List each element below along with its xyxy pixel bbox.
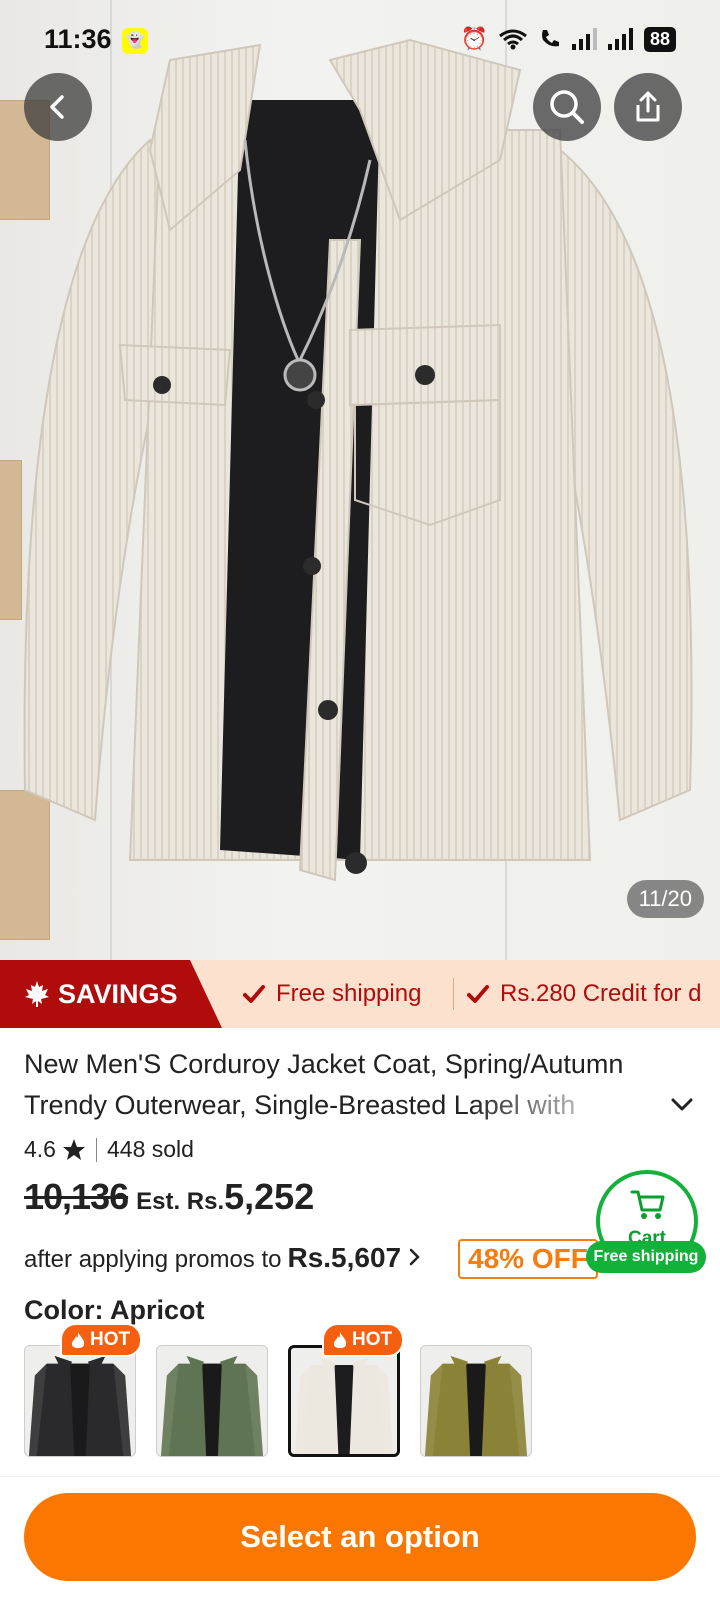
color-swatch-green[interactable] [156, 1345, 268, 1457]
product-page: 11:36 👻 ⏰ 88 11/20 SAVINGS Free shipping… [0, 0, 720, 1604]
chevron-right-icon [409, 1248, 420, 1266]
color-label: Color: Apricot [24, 1295, 205, 1325]
search-button[interactable] [533, 73, 601, 141]
price-row: 10,136 Est. Rs. 5,252 [24, 1176, 314, 1218]
perk-free-shipping: Free shipping [242, 960, 421, 1028]
expand-title-button[interactable] [668, 1090, 696, 1123]
color-swatch-apricot[interactable] [288, 1345, 400, 1457]
title-fade [470, 1084, 650, 1125]
flame-icon [333, 1332, 347, 1348]
est-price: 5,252 [224, 1176, 315, 1217]
call-icon [541, 30, 559, 47]
share-icon [636, 91, 660, 122]
divider [453, 978, 454, 1010]
back-button[interactable] [24, 73, 92, 141]
flame-icon [71, 1332, 85, 1348]
product-image[interactable]: 11:36 👻 ⏰ 88 11/20 [0, 0, 720, 960]
savings-strip[interactable]: SAVINGS Free shipping Rs.280 Credit for … [0, 960, 720, 1028]
hot-label: HOT [352, 1329, 393, 1350]
color-swatch-olive[interactable] [420, 1345, 532, 1457]
chevron-down-icon [671, 1098, 693, 1111]
est-label: Est. Rs. [136, 1188, 225, 1215]
star-icon [62, 1138, 85, 1160]
search-icon [550, 90, 584, 124]
jacket-thumbnail [160, 1355, 264, 1456]
rating-row[interactable]: 4.6 448 sold [24, 1136, 194, 1163]
rating-value: 4.6 [24, 1136, 56, 1162]
hot-label: HOT [90, 1329, 131, 1350]
status-time: 11:36 [44, 24, 112, 54]
discount-badge: 48% OFF [458, 1239, 598, 1279]
promo-row[interactable]: after applying promos to Rs.5,607 [24, 1242, 423, 1274]
sold-count: 448 sold [106, 1136, 194, 1162]
signal-icon [607, 28, 633, 50]
promo-prefix: after applying promos to [24, 1246, 282, 1273]
alarm-icon: ⏰ [460, 26, 488, 51]
perk-credit: Rs.280 Credit for d [466, 960, 701, 1028]
jacket-thumbnail [294, 1357, 394, 1454]
snapchat-icon: 👻 [122, 28, 148, 54]
battery-level: 88 [643, 26, 676, 52]
status-icons: ⏰ 88 [461, 26, 676, 52]
cart-icon [630, 1190, 665, 1219]
check-icon [467, 985, 489, 1003]
color-swatch-black[interactable] [24, 1345, 136, 1457]
savings-badge: SAVINGS [0, 960, 222, 1028]
hot-badge: HOT [60, 1323, 143, 1357]
signal-icon [571, 28, 597, 50]
status-bar: 11:36 👻 ⏰ 88 [0, 0, 720, 84]
promo-price: Rs.5,607 [287, 1242, 402, 1273]
maple-leaf-icon [25, 981, 49, 1007]
savings-label: SAVINGS [58, 978, 178, 1009]
check-icon [243, 985, 265, 1003]
image-counter: 11/20 [626, 880, 704, 918]
divider [95, 1137, 97, 1162]
wifi-icon [499, 29, 527, 50]
bottom-action-bar: Select an option [0, 1476, 720, 1604]
jacket-thumbnail [28, 1355, 132, 1456]
jacket-illustration [23, 38, 693, 882]
select-option-button[interactable]: Select an option [24, 1493, 696, 1581]
chevron-left-icon [50, 95, 64, 119]
cart-free-shipping-badge: Free shipping [586, 1241, 706, 1273]
jacket-thumbnail [424, 1355, 528, 1456]
perk-label: Rs.280 Credit for d [500, 980, 702, 1007]
original-price: 10,136 [24, 1176, 129, 1217]
hot-badge: HOT [322, 1323, 405, 1357]
share-button[interactable] [614, 73, 682, 141]
perk-label: Free shipping [276, 980, 422, 1007]
